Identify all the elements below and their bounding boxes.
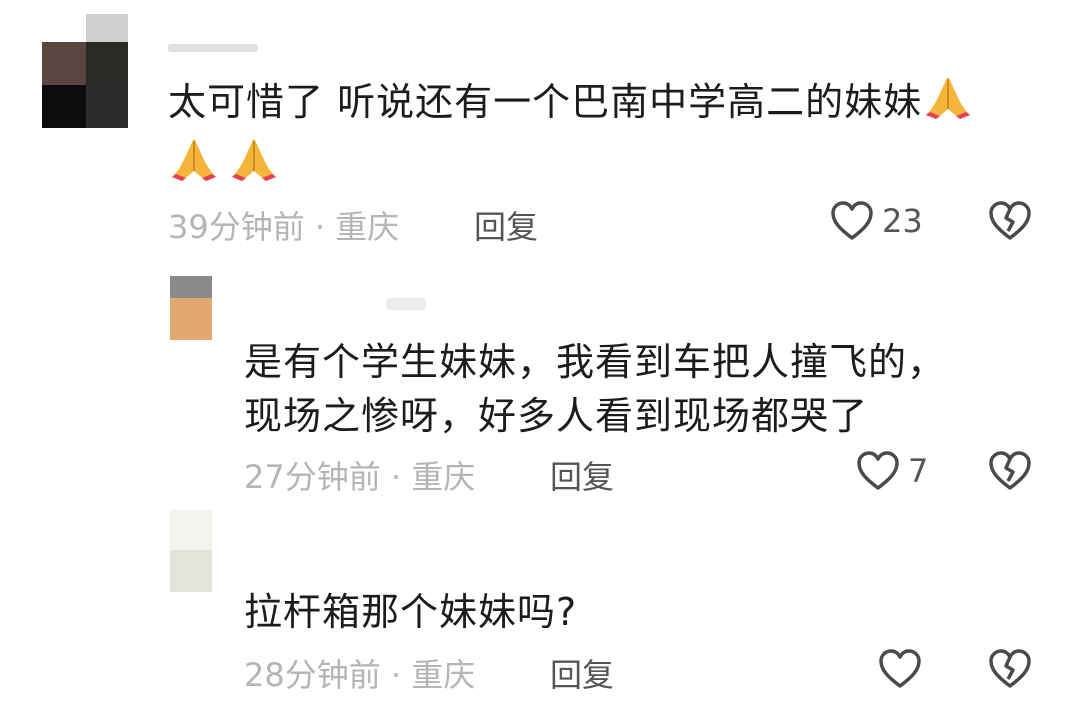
separator: ·: [390, 458, 402, 496]
comment-text: 拉杆箱那个妹妹吗?: [244, 590, 578, 634]
separator: ·: [390, 656, 402, 694]
heart-icon: [879, 649, 921, 688]
folded-hands-emoji: [228, 135, 280, 183]
like-button[interactable]: [878, 648, 930, 690]
reply-button[interactable]: 回复: [550, 650, 614, 696]
reply-button[interactable]: 回复: [474, 202, 538, 248]
folded-hands-emoji: [922, 73, 974, 121]
comment-1: 太可惜了 听说还有一个巴南中学高二的妹妹 39分钟前 · 重庆 回复 23: [0, 0, 1080, 260]
broken-heart-icon: [989, 649, 1031, 688]
location: 重庆: [335, 208, 400, 246]
avatar[interactable]: [170, 510, 212, 592]
separator: ·: [314, 208, 326, 246]
username-redacted: [386, 298, 426, 310]
heart-icon: [831, 201, 873, 240]
folded-hands-emoji: [168, 135, 220, 183]
comment-3: 拉杆箱那个妹妹吗? 28分钟前 · 重庆 回复: [0, 500, 1080, 720]
dislike-button[interactable]: [988, 450, 1032, 492]
username-redacted: [168, 44, 258, 52]
reply-button[interactable]: 回复: [550, 452, 614, 498]
broken-heart-icon: [989, 201, 1031, 240]
comment-meta: 39分钟前 · 重庆: [168, 202, 399, 248]
comment-2: 是有个学生妹妹，我看到车把人撞飞的， 现场之惨呀，好多人看到现场都哭了 27分钟…: [0, 260, 1080, 500]
timestamp: 28分钟前: [244, 656, 381, 694]
comment-meta: 27分钟前 · 重庆: [244, 452, 475, 498]
location: 重庆: [411, 656, 476, 694]
avatar[interactable]: [170, 276, 212, 340]
like-count: 7: [908, 452, 929, 490]
comment-text: 太可惜了 听说还有一个巴南中学高二的妹妹: [168, 72, 974, 132]
comment-meta: 28分钟前 · 重庆: [244, 650, 475, 696]
timestamp: 27分钟前: [244, 458, 381, 496]
timestamp: 39分钟前: [168, 208, 305, 246]
comment-text-emojis: [168, 134, 280, 194]
dislike-button[interactable]: [988, 200, 1032, 242]
comment-text-line2: 现场之惨呀，好多人看到现场都哭了: [244, 394, 869, 438]
broken-heart-icon: [989, 451, 1031, 490]
heart-icon: [857, 451, 899, 490]
like-button[interactable]: 23: [830, 200, 923, 242]
like-count: 23: [882, 202, 923, 240]
avatar[interactable]: [42, 14, 128, 128]
comment-text: 是有个学生妹妹，我看到车把人撞飞的，: [244, 340, 947, 384]
location: 重庆: [411, 458, 476, 496]
dislike-button[interactable]: [988, 648, 1032, 690]
like-button[interactable]: 7: [856, 450, 928, 492]
